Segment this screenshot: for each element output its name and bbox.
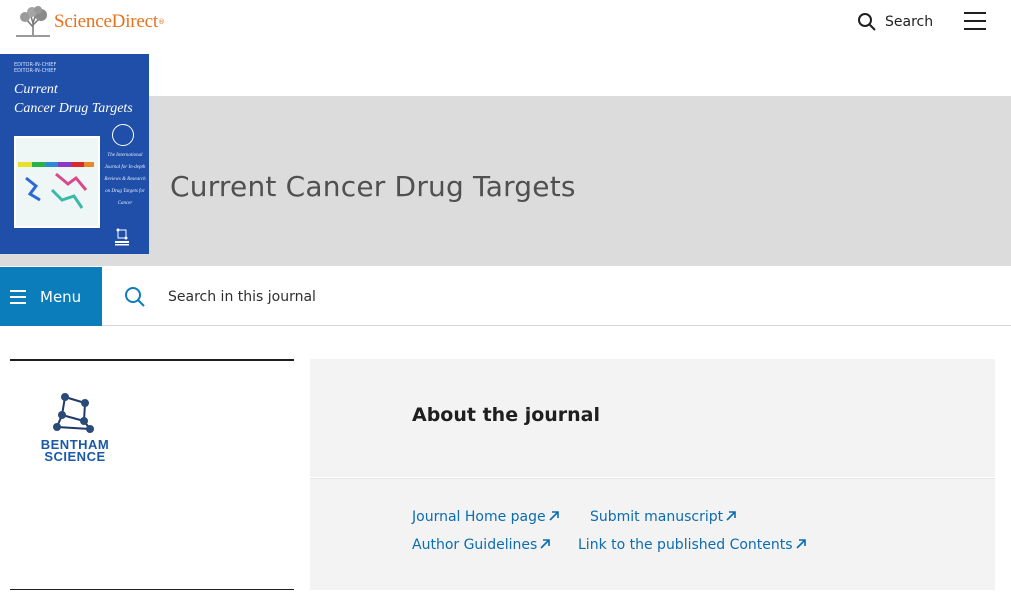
cover-title: Current Cancer Drug Targets	[14, 82, 133, 116]
hamburger-menu-icon[interactable]	[964, 12, 986, 30]
journal-title: Current Cancer Drug Targets	[170, 170, 576, 203]
menu-lines-icon	[10, 289, 26, 304]
submit-manuscript-link[interactable]: Submit manuscript	[590, 509, 737, 525]
external-link-icon	[540, 539, 551, 549]
sciencedirect-logo[interactable]: ScienceDirect ®	[14, 5, 165, 39]
top-bar: ScienceDirect ® Search	[0, 0, 1011, 48]
journal-search-icon[interactable]	[124, 286, 146, 308]
cover-seal-icon	[112, 124, 134, 146]
bentham-science-wordmark: BENTHAM SCIENCE	[40, 437, 110, 464]
external-link-icon	[549, 511, 559, 521]
logo-text: ScienceDirect	[54, 11, 158, 32]
author-guidelines-link[interactable]: Author Guidelines	[412, 537, 551, 553]
elsevier-tree-icon	[14, 5, 52, 39]
about-journal-links: Journal Home page Submit manuscript Auth…	[310, 478, 995, 590]
journal-menu-bar: Menu	[0, 267, 1011, 326]
journal-search-input[interactable]	[160, 282, 760, 312]
cover-description: The International Journal for In-depth R…	[104, 153, 146, 206]
publisher-panel: BENTHAM SCIENCE	[10, 359, 294, 590]
cover-publisher-logo	[115, 228, 129, 246]
external-link-icon	[796, 539, 806, 549]
journal-cover-image[interactable]: EDITOR-IN-CHIEF EDITOR-IN-CHIEF Current …	[0, 54, 149, 254]
header-search-button[interactable]: Search	[857, 12, 933, 32]
menu-button[interactable]: Menu	[0, 267, 102, 326]
about-journal-title: About the journal	[412, 404, 601, 426]
registered-mark: ®	[157, 18, 165, 26]
cover-artwork	[14, 136, 100, 228]
header-search-label: Search	[885, 14, 934, 30]
about-journal-header: About the journal	[310, 359, 995, 477]
search-icon	[858, 13, 876, 31]
external-link-icon	[726, 511, 736, 521]
published-contents-link[interactable]: Link to the published Contents	[578, 537, 807, 553]
menu-label: Menu	[40, 287, 82, 306]
cover-editor-lines: EDITOR-IN-CHIEF EDITOR-IN-CHIEF	[14, 62, 57, 74]
journal-home-page-link[interactable]: Journal Home page	[412, 509, 560, 525]
